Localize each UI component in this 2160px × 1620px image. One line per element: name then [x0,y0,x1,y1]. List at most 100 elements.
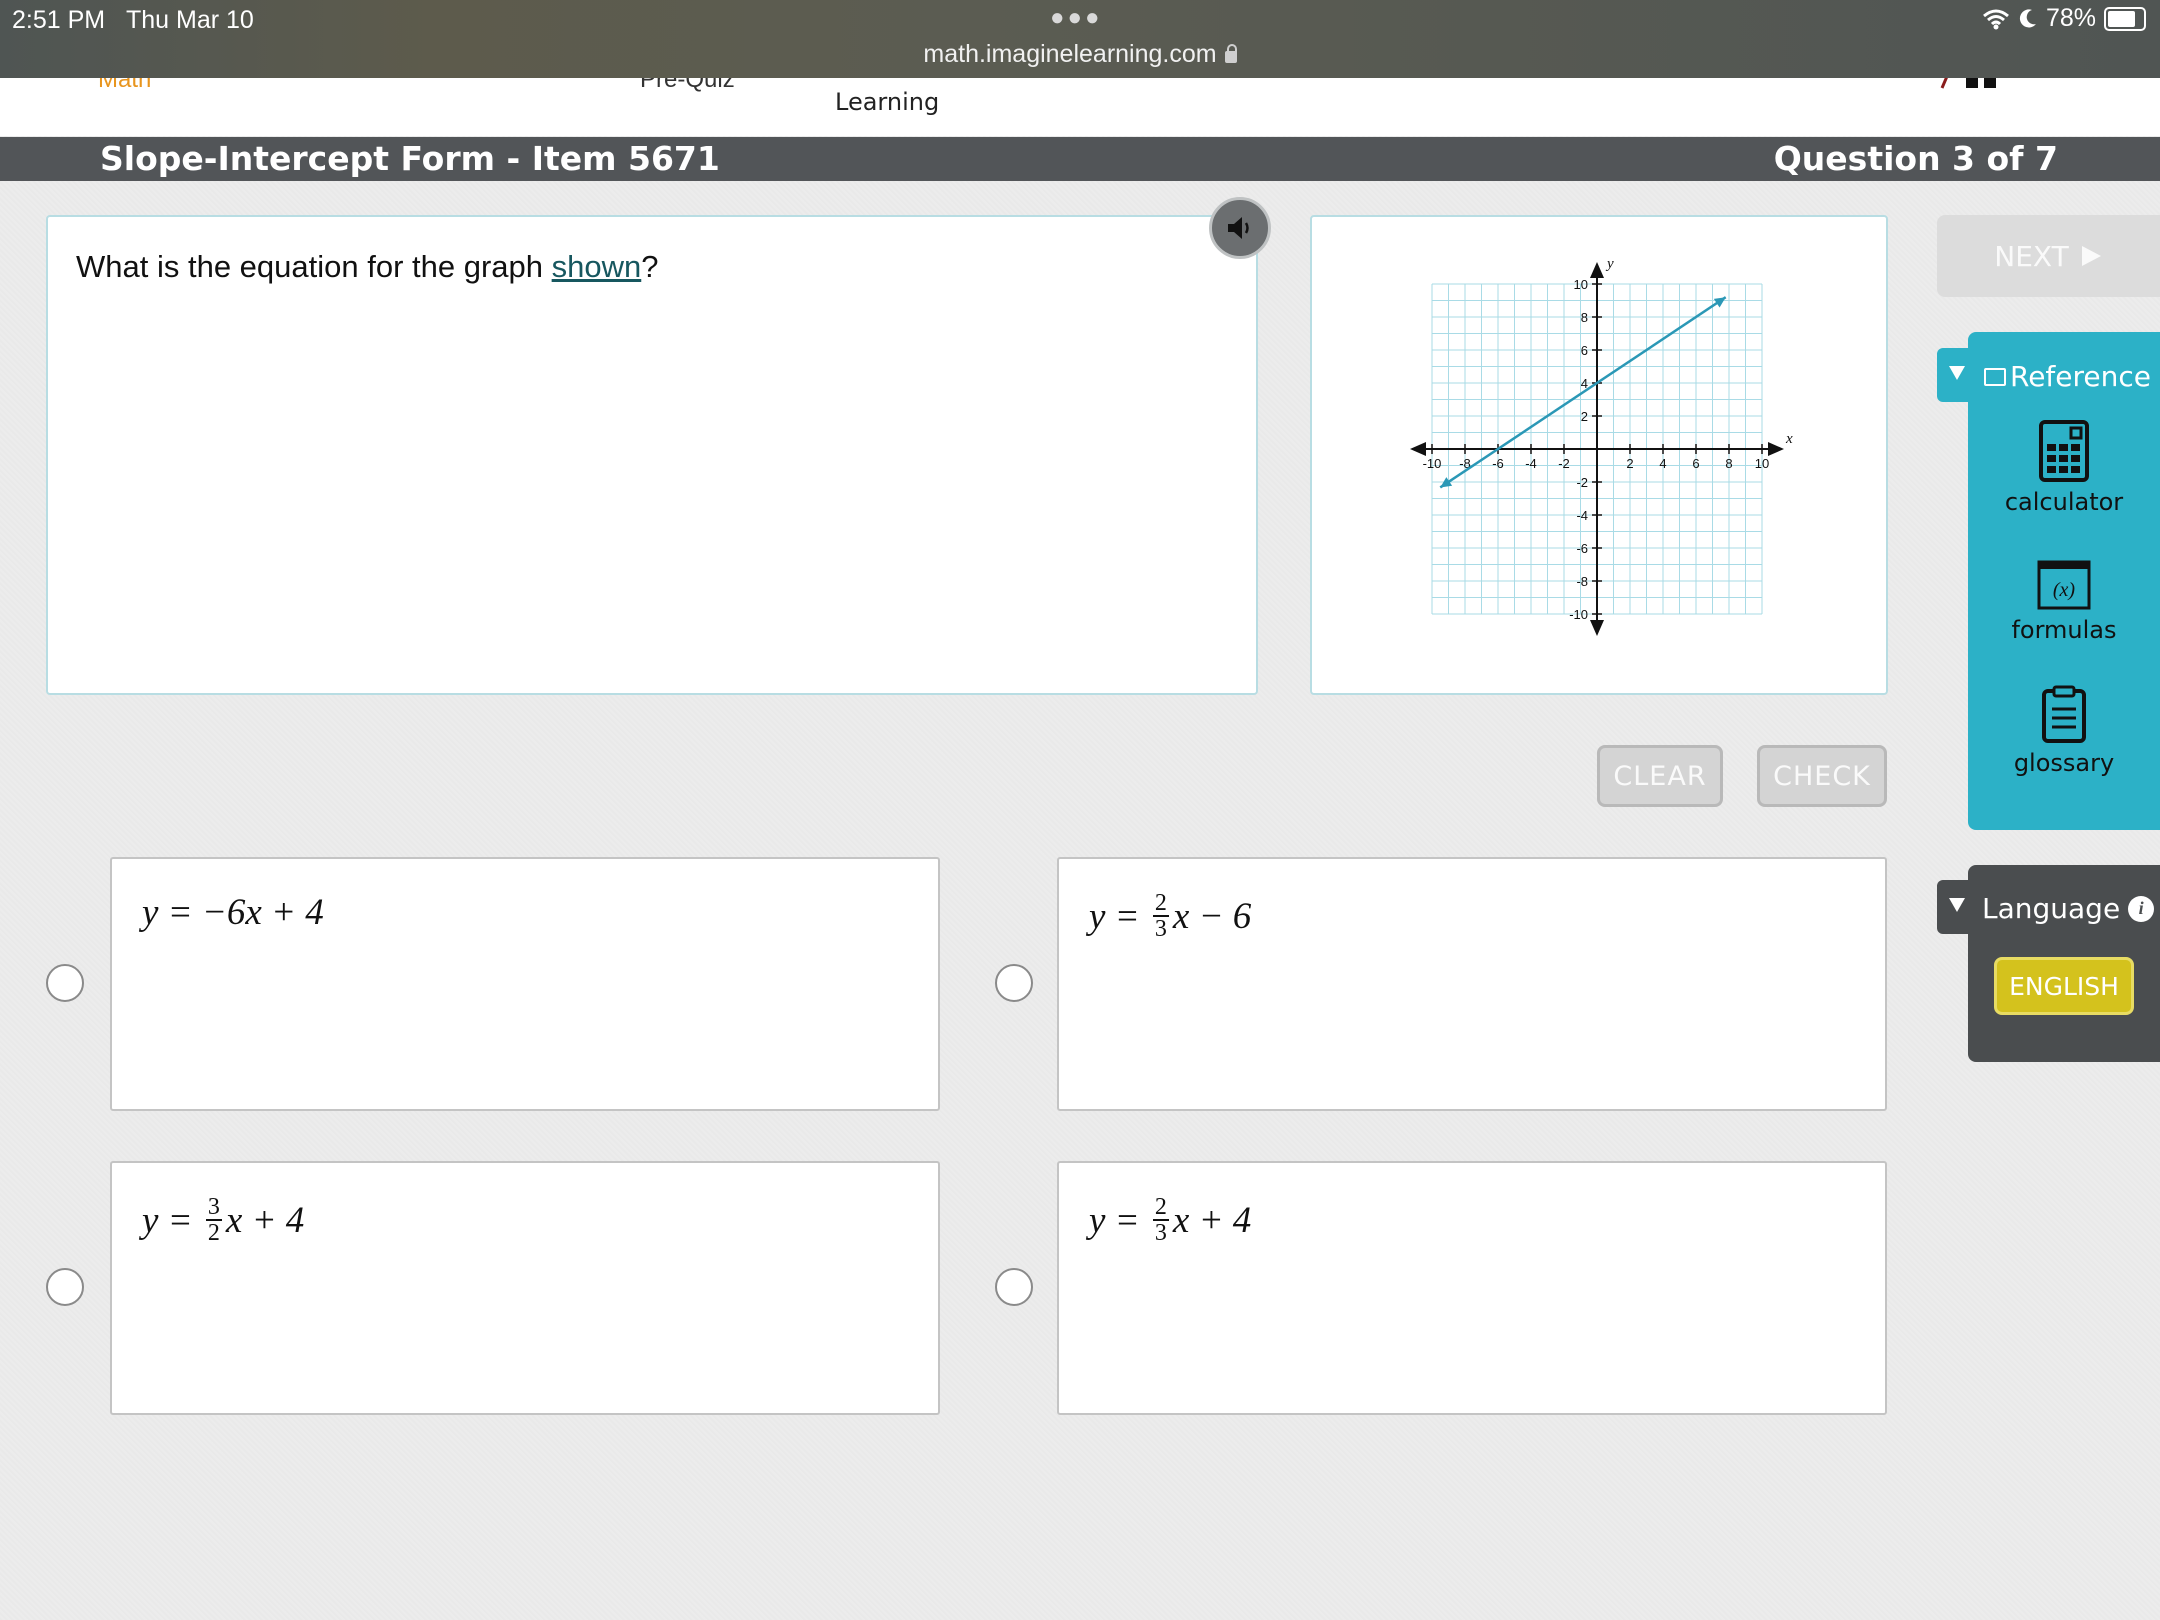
nav-learning[interactable]: Learning [835,88,939,116]
y-tick-label: -6 [1576,541,1588,556]
option-b-radio[interactable] [995,964,1033,1002]
y-tick-label: -2 [1576,475,1588,490]
y-tick-label: -8 [1576,574,1588,589]
question-box: What is the equation for the graph shown… [46,215,1258,695]
question-text: What is the equation for the graph shown… [76,249,659,285]
info-icon[interactable]: i [2128,895,2155,922]
option-d-card[interactable]: y = 23 x + 4 [1057,1161,1887,1415]
option-a-equation: y = −6x + 4 [142,891,324,934]
x-axis-label: x [1785,431,1793,447]
reference-label: Reference [2010,360,2151,393]
x-tick-label: 2 [1626,456,1633,471]
wifi-icon [1982,9,2009,29]
option-c-rhs: x + 4 [225,1199,305,1241]
item-title: Slope-Intercept Form - Item 5671 [100,139,720,178]
y-axis-arrow-down [1590,620,1604,636]
option-c-equation: y = 32 x + 4 [142,1195,304,1245]
battery-percent: 78% [2045,4,2096,32]
english-button[interactable]: ENGLISH [1994,957,2134,1015]
title-bar: Slope-Intercept Form - Item 5671 Questio… [0,137,2160,181]
calculator-tool[interactable]: calculator [1968,420,2160,516]
option-c-lhs: y = [142,1199,202,1241]
reference-header[interactable]: Reference [1984,360,2151,393]
next-button[interactable]: NEXT [1937,215,2160,297]
check-button[interactable]: CHECK [1757,745,1887,807]
y-tick-label: -10 [1569,607,1588,622]
option-b-numerator: 2 [1152,890,1169,917]
status-date: Thu Mar 10 [126,6,254,34]
moon-icon [2019,8,2036,27]
option-d-radio[interactable] [995,1268,1033,1306]
status-bar: 2:51 PM Thu Mar 10 ●●● math.imaginelearn… [0,0,2160,78]
option-d-equation: y = 23 x + 4 [1089,1195,1251,1245]
option-b-fraction: 23 [1152,890,1169,942]
battery-icon [2104,6,2146,31]
x-tick-label: 8 [1725,456,1732,471]
play-arrow-icon [2081,246,2101,266]
reference-icon [1984,367,2006,386]
url-text: math.imaginelearning.com [923,40,1217,68]
option-d-rhs: x + 4 [1172,1199,1252,1241]
next-label: NEXT [1994,239,2069,273]
option-d-fraction: 23 [1152,1194,1169,1246]
x-tick-label: 10 [1755,456,1769,471]
shown-link[interactable]: shown [552,249,642,284]
option-a-radio[interactable] [46,964,84,1002]
formulas-label: formulas [2011,616,2117,644]
question-text-after: ? [641,249,659,284]
option-b-equation: y = 23 x − 6 [1089,891,1251,941]
speaker-icon [1228,217,1249,239]
x-tick-label: -10 [1423,456,1442,471]
option-c-radio[interactable] [46,1268,84,1306]
option-c-denominator: 2 [207,1220,220,1246]
option-c-fraction: 32 [205,1194,222,1246]
x-tick-label: -4 [1525,456,1537,471]
plotted-line [1439,296,1727,489]
x-axis-arrow-right [1768,442,1784,456]
option-b-card[interactable]: y = 23 x − 6 [1057,857,1887,1111]
lock-icon [1224,44,1237,63]
question-text-before: What is the equation for the graph [76,249,552,284]
x-tick-label: -6 [1492,456,1504,471]
option-d-lhs: y = [1089,1199,1149,1241]
question-count: Question 3 of 7 [1773,139,2058,178]
y-tick-label: -4 [1576,508,1588,523]
language-header: Language i [1982,892,2155,925]
option-d-denominator: 3 [1154,1220,1167,1246]
language-label: Language [1982,892,2121,925]
option-c-numerator: 3 [205,1194,222,1221]
status-indicators: 78% [1982,4,2146,33]
clear-button[interactable]: CLEAR [1597,745,1723,807]
more-dots-icon[interactable]: ●●● [1050,4,1103,32]
audio-button[interactable] [1209,197,1271,259]
x-tick-label: 4 [1659,456,1666,471]
option-b-rhs: x − 6 [1172,895,1252,937]
y-tick-label: 8 [1581,310,1588,325]
y-tick-label: 2 [1581,409,1588,424]
option-c-card[interactable]: y = 32 x + 4 [110,1161,940,1415]
calculator-icon [2039,420,2089,482]
nav-prequiz[interactable]: Pre-Quiz [640,78,735,94]
formulas-tool[interactable]: (x) formulas [1968,560,2160,644]
y-axis-arrow-up [1590,262,1604,278]
formulas-icon-text: (x) [2053,579,2076,601]
option-b-denominator: 3 [1154,916,1167,942]
x-tick-label: 6 [1692,456,1699,471]
y-axis-label: y [1605,256,1614,272]
top-nav: Math Pre-Quiz Learning [0,78,2160,136]
nav-math[interactable]: Math [98,78,151,94]
glossary-tool[interactable]: glossary [1968,685,2160,777]
graph-box: -10 -8 -6 -4 -2 2 4 6 8 10 10 8 6 4 2 -2 -4 -6 -8 -10 x y [1310,215,1888,695]
calculator-label: calculator [2004,488,2124,516]
option-d-numerator: 2 [1152,1194,1169,1221]
formulas-icon: (x) [2037,560,2091,610]
x-axis-arrow-left [1410,442,1426,456]
glossary-label: glossary [2013,749,2115,777]
y-tick-label: 10 [1574,277,1588,292]
avatar-icon[interactable] [1940,78,2010,90]
option-a-text: y = −6x + 4 [142,892,324,933]
x-tick-label: -2 [1558,456,1570,471]
option-a-card[interactable]: y = −6x + 4 [110,857,940,1111]
url-bar[interactable]: math.imaginelearning.com [0,40,2160,69]
y-tick-label: 6 [1581,343,1588,358]
